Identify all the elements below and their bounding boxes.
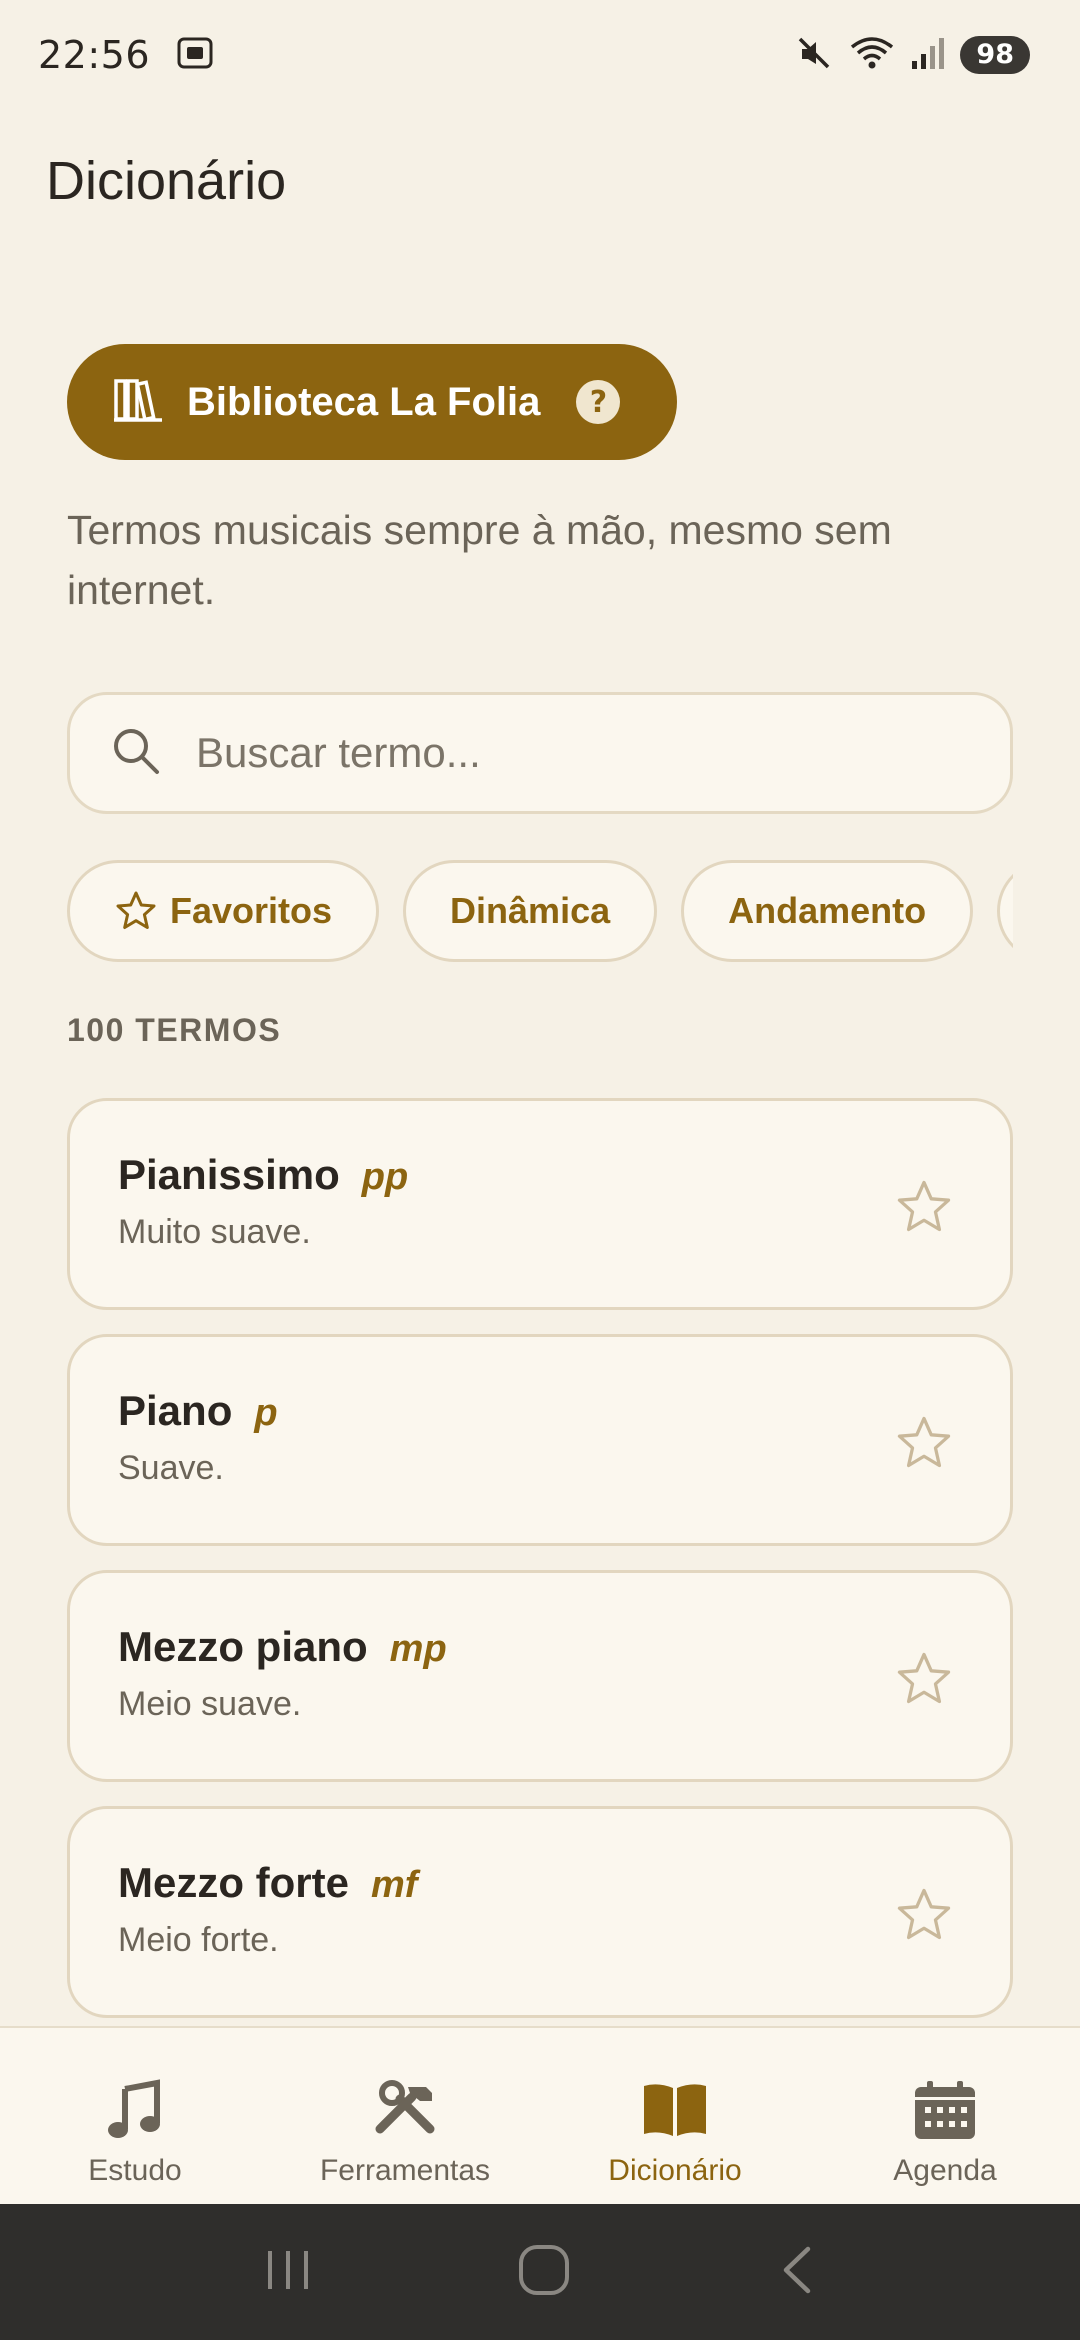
term-meaning: Muito suave. <box>118 1213 311 1251</box>
library-label: Biblioteca La Folia <box>187 379 541 424</box>
term-meaning: Suave. <box>118 1449 224 1487</box>
chip-more[interactable] <box>997 860 1013 962</box>
system-navigation-bar <box>0 2204 1080 2340</box>
term-count: 100 TERMOS <box>67 1012 282 1048</box>
search-placeholder: Buscar termo... <box>196 729 481 776</box>
term-list: Pianissimo pp Muito suave. Piano p Suave… <box>67 1098 1013 2042</box>
term-meaning: Meio forte. <box>118 1921 279 1959</box>
music-note-icon <box>107 2078 163 2142</box>
term-name: Mezzo piano <box>118 1623 368 1670</box>
screenshot-icon <box>176 34 214 76</box>
description-text: Termos musicais sempre à mão, mesmo sem … <box>67 507 892 613</box>
term-name: Mezzo forte <box>118 1859 349 1906</box>
term-name: Pianissimo <box>118 1151 340 1198</box>
status-time: 22:56 <box>38 33 151 77</box>
filter-chips: Favoritos Dinâmica Andamento <box>67 860 1013 962</box>
chip-label: Favoritos <box>170 890 333 931</box>
book-icon <box>640 2078 710 2142</box>
favorite-star-icon[interactable] <box>894 1177 954 1237</box>
star-outline-icon <box>114 889 158 933</box>
term-abbr: pp <box>361 1156 409 1198</box>
page-title: Dicionário <box>46 151 287 211</box>
battery-indicator: 98 <box>960 36 1030 74</box>
term-abbr: mf <box>371 1864 418 1906</box>
favorite-star-icon[interactable] <box>894 1413 954 1473</box>
nav-dicionario[interactable]: Dicionário <box>540 2028 810 2204</box>
chip-andamento[interactable]: Andamento <box>681 860 974 962</box>
wifi-icon <box>848 33 896 77</box>
bottom-navigation: Estudo Ferramentas Dicionário Agenda <box>0 2026 1080 2204</box>
nav-label: Dicionário <box>608 2154 742 2187</box>
help-icon[interactable]: ? <box>576 380 621 424</box>
nav-label: Agenda <box>893 2154 997 2187</box>
status-bar: 22:56 98 <box>0 0 1080 110</box>
term-abbr: p <box>254 1392 278 1434</box>
home-icon[interactable] <box>517 2243 571 2301</box>
term-card[interactable]: Piano p Suave. <box>67 1334 1013 1546</box>
term-abbr: mp <box>389 1628 447 1670</box>
back-icon[interactable] <box>774 2243 818 2301</box>
term-card[interactable]: Mezzo piano mp Meio suave. <box>67 1570 1013 1782</box>
search-icon <box>110 725 162 781</box>
recent-apps-icon[interactable] <box>262 2245 314 2299</box>
term-meaning: Meio suave. <box>118 1685 302 1723</box>
search-input[interactable]: Buscar termo... <box>67 692 1013 814</box>
term-name: Piano <box>118 1387 233 1434</box>
nav-agenda[interactable]: Agenda <box>810 2028 1080 2204</box>
tools-icon <box>370 2078 440 2142</box>
library-books-icon <box>113 377 163 427</box>
signal-icon <box>910 35 946 75</box>
favorite-star-icon[interactable] <box>894 1649 954 1709</box>
term-card[interactable]: Mezzo forte mf Meio forte. <box>67 1806 1013 2018</box>
nav-ferramentas[interactable]: Ferramentas <box>270 2028 540 2204</box>
library-button[interactable]: Biblioteca La Folia ? <box>67 344 677 460</box>
chip-label: Andamento <box>728 890 927 931</box>
nav-label: Ferramentas <box>319 2154 491 2187</box>
favorite-star-icon[interactable] <box>894 1885 954 1945</box>
mute-icon <box>794 33 834 77</box>
nav-label: Estudo <box>88 2154 182 2187</box>
chip-dinamica[interactable]: Dinâmica <box>403 860 658 962</box>
chip-favoritos[interactable]: Favoritos <box>67 860 380 962</box>
nav-estudo[interactable]: Estudo <box>0 2028 270 2204</box>
calendar-icon <box>913 2078 977 2142</box>
term-card[interactable]: Pianissimo pp Muito suave. <box>67 1098 1013 1310</box>
chip-label: Dinâmica <box>450 890 611 931</box>
